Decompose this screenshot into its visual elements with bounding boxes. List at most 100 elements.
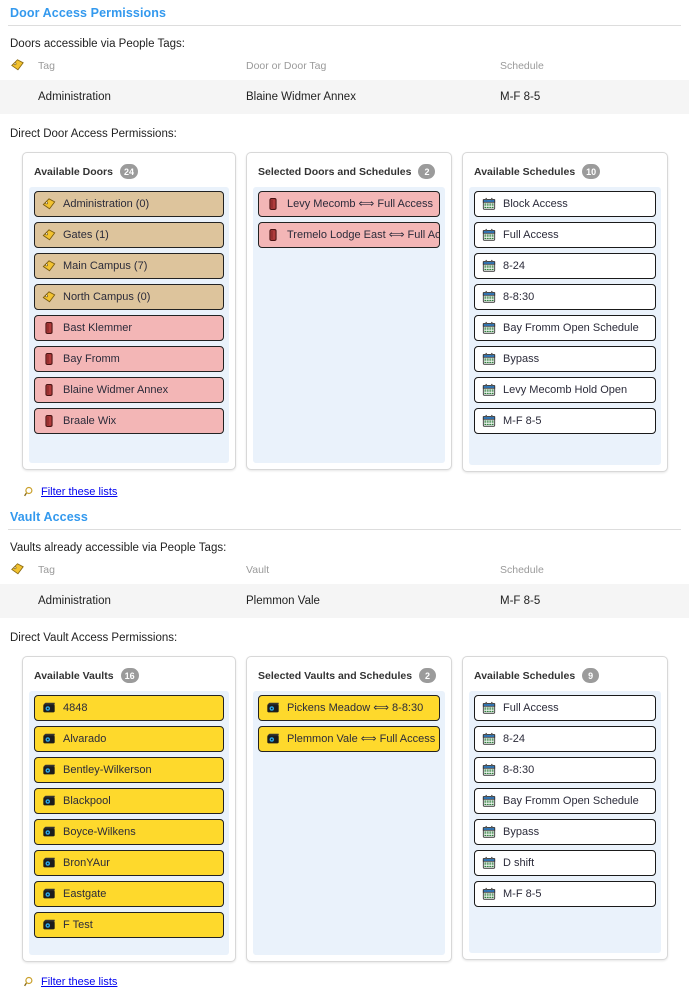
list-item[interactable]: Plemmon Vale ⟺ Full Access xyxy=(258,726,440,752)
list-item[interactable]: M-F 8-5 xyxy=(474,408,656,434)
door-icon xyxy=(45,353,53,365)
column-header-vault: Vault xyxy=(246,564,270,576)
tag-icon xyxy=(11,59,24,71)
list-item-label: Plemmon Vale ⟺ Full Access xyxy=(287,732,436,745)
list-item[interactable]: North Campus (0) xyxy=(34,284,224,310)
selected-doors-count: 2 xyxy=(418,164,436,179)
list-item[interactable]: 8-8:30 xyxy=(474,757,656,783)
list-item[interactable]: F Test xyxy=(34,912,224,938)
table-row: Administration Plemmon Vale M-F 8-5 xyxy=(0,583,689,618)
column-header-door: Door or Door Tag xyxy=(246,60,327,72)
list-item[interactable]: Levy Mecomb ⟺ Full Access xyxy=(258,191,440,217)
table-header-row: Tag Vault Schedule xyxy=(0,560,689,584)
selected-doors-label: Selected Doors and Schedules xyxy=(258,165,412,178)
vault-filter-lists-link[interactable]: Filter these lists xyxy=(41,976,117,988)
doors-tag-table: Tag Door or Door Tag Schedule Administra… xyxy=(0,56,689,114)
list-item-label: Braale Wix xyxy=(63,414,117,427)
list-item[interactable]: 8-8:30 xyxy=(474,284,656,310)
column-header-tag: Tag xyxy=(0,56,240,80)
calendar-icon xyxy=(482,197,496,210)
calendar-icon xyxy=(482,887,496,900)
door-filter-lists-link[interactable]: Filter these lists xyxy=(41,486,117,498)
list-item[interactable]: Eastgate xyxy=(34,881,224,907)
list-item[interactable]: M-F 8-5 xyxy=(474,881,656,907)
list-item-label: Bypass xyxy=(503,352,540,365)
selected-doors-panel: Selected Doors and Schedules 2 Levy Meco… xyxy=(246,152,452,470)
available-vaults-label: Available Vaults xyxy=(34,669,114,682)
door-filter-link-row: Filter these lists xyxy=(0,472,689,500)
list-item[interactable]: Administration (0) xyxy=(34,191,224,217)
list-item[interactable]: Levy Mecomb Hold Open xyxy=(474,377,656,403)
vault-section-title: Vault Access xyxy=(10,510,88,524)
list-item[interactable]: Pickens Meadow ⟺ 8-8:30 xyxy=(258,695,440,721)
tag-icon xyxy=(42,291,56,303)
available-door-schedules-count: 10 xyxy=(582,164,601,179)
list-item[interactable]: Bay Fromm Open Schedule xyxy=(474,315,656,341)
list-item-label: Eastgate xyxy=(63,887,107,900)
list-item[interactable]: Full Access xyxy=(474,222,656,248)
search-icon xyxy=(24,976,33,987)
list-item-label: BronYAur xyxy=(63,856,110,869)
vault-icon xyxy=(43,733,55,744)
list-item[interactable]: Bentley-Wilkerson xyxy=(34,757,224,783)
list-item[interactable]: Bast Klemmer xyxy=(34,315,224,341)
available-doors-list[interactable]: Administration (0) Gates (1) Main Campus (… xyxy=(29,187,229,463)
column-header-tag-label: Tag xyxy=(38,564,55,576)
door-icon xyxy=(45,322,53,334)
list-item[interactable]: 4848 xyxy=(34,695,224,721)
cell-vault: Plemmon Vale xyxy=(240,583,494,618)
cell-tag: Administration xyxy=(0,583,240,618)
list-item[interactable]: BronYAur xyxy=(34,850,224,876)
list-item[interactable]: Tremelo Lodge East ⟺ Full Access xyxy=(258,222,440,248)
cell-door: Blaine Widmer Annex xyxy=(240,79,494,114)
calendar-icon xyxy=(482,701,496,714)
list-item-label: North Campus (0) xyxy=(63,290,151,303)
list-item[interactable]: Blaine Widmer Annex xyxy=(34,377,224,403)
available-vault-schedules-count: 9 xyxy=(582,668,600,683)
list-item[interactable]: Bay Fromm xyxy=(34,346,224,372)
available-vaults-list[interactable]: 4848 Alvarado Bentley-Wilkerson Blackpool Bo… xyxy=(29,691,229,955)
vault-access-section: Vault Access Vaults already accessible v… xyxy=(0,504,689,990)
calendar-icon xyxy=(482,228,496,241)
selected-vaults-header: Selected Vaults and Schedules 2 xyxy=(253,663,445,691)
list-item[interactable]: Bay Fromm Open Schedule xyxy=(474,788,656,814)
list-item-label: 8-8:30 xyxy=(503,763,535,776)
selected-vaults-list[interactable]: Pickens Meadow ⟺ 8-8:30 Plemmon Vale ⟺ Fu… xyxy=(253,691,445,955)
selected-doors-list[interactable]: Levy Mecomb ⟺ Full Access Tremelo Lodge E… xyxy=(253,187,445,463)
available-vaults-header: Available Vaults 16 xyxy=(29,663,229,691)
list-item[interactable]: Bypass xyxy=(474,819,656,845)
calendar-icon xyxy=(482,290,496,303)
list-item[interactable]: Braale Wix xyxy=(34,408,224,434)
list-item-label: 8-24 xyxy=(503,732,526,745)
list-item-label: Bast Klemmer xyxy=(63,321,133,334)
list-item-label: 8-8:30 xyxy=(503,290,535,303)
column-header-tag-label: Tag xyxy=(38,60,55,72)
list-item[interactable]: 8-24 xyxy=(474,253,656,279)
available-vault-schedules-list[interactable]: Full Access 8-24 8-8:30 Bay Fromm Open Sche… xyxy=(469,691,661,953)
column-header-schedule: Schedule xyxy=(500,564,544,576)
list-item[interactable]: Block Access xyxy=(474,191,656,217)
list-item[interactable]: 8-24 xyxy=(474,726,656,752)
cell-schedule: M-F 8-5 xyxy=(494,583,689,618)
door-icon xyxy=(269,198,277,210)
tag-icon xyxy=(42,229,56,241)
list-item-label: Gates (1) xyxy=(63,228,109,241)
table-row: Administration Blaine Widmer Annex M-F 8… xyxy=(0,79,689,114)
cell-schedule: M-F 8-5 xyxy=(494,79,689,114)
available-door-schedules-panel: Available Schedules 10 Block Access Full … xyxy=(462,152,668,472)
list-item[interactable]: Bypass xyxy=(474,346,656,372)
list-item[interactable]: Full Access xyxy=(474,695,656,721)
available-door-schedules-list[interactable]: Block Access Full Access 8-24 8-8:30 Bay Fro… xyxy=(469,187,661,465)
vault-icon xyxy=(43,888,55,899)
list-item[interactable]: Alvarado xyxy=(34,726,224,752)
list-item[interactable]: Main Campus (7) xyxy=(34,253,224,279)
cell-tag: Administration xyxy=(0,79,240,114)
list-item[interactable]: Boyce-Wilkens xyxy=(34,819,224,845)
list-item[interactable]: Blackpool xyxy=(34,788,224,814)
list-item[interactable]: Gates (1) xyxy=(34,222,224,248)
list-item[interactable]: D shift xyxy=(474,850,656,876)
calendar-icon xyxy=(482,794,496,807)
list-item-label: Bay Fromm xyxy=(63,352,120,365)
selected-vaults-panel: Selected Vaults and Schedules 2 Pickens … xyxy=(246,656,452,962)
vault-icon xyxy=(43,764,55,775)
